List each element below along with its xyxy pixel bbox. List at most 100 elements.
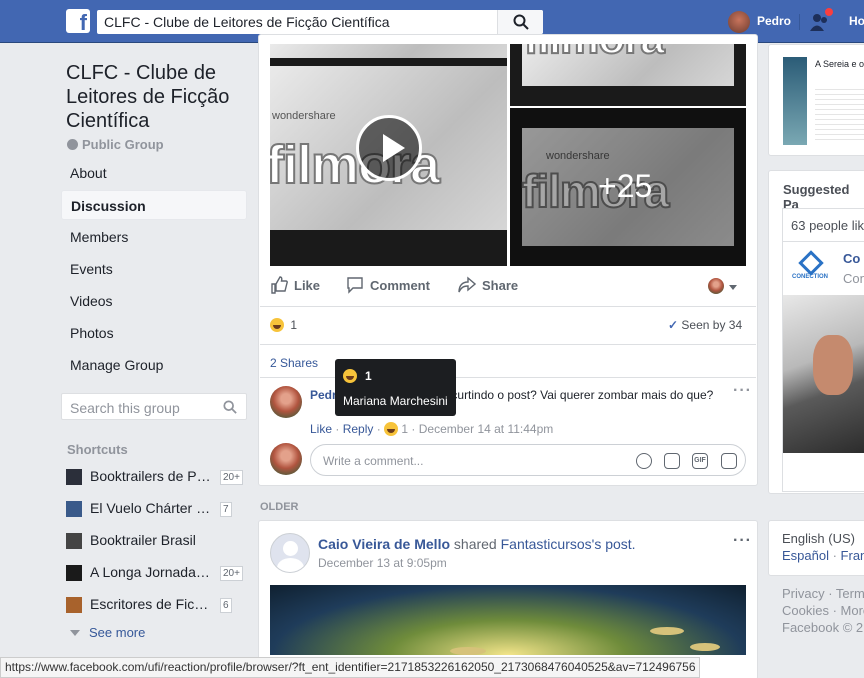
shares-link[interactable]: 2 Shares xyxy=(270,356,318,370)
language-link-fr[interactable]: Fran xyxy=(841,548,864,563)
post-header: Caio Vieira de Mello shared Fantasticurs… xyxy=(318,536,636,552)
tooltip-count: 1 xyxy=(365,369,372,383)
search-input[interactable]: CLFC - Clube de Leitores de Ficção Cient… xyxy=(97,10,543,34)
ad-card[interactable]: A Sereia e o p... desencontros xyxy=(768,44,864,156)
divider xyxy=(799,14,800,30)
haha-emoji-icon xyxy=(270,318,284,332)
see-more-link[interactable]: See more xyxy=(70,625,145,640)
photo-subject xyxy=(813,335,853,395)
group-title[interactable]: CLFC - Clube de Leitores de Ficção Cient… xyxy=(66,61,256,133)
comment-placeholder: Write a comment... xyxy=(323,454,424,468)
ad-text-preview xyxy=(815,85,864,141)
user-name-link[interactable]: Pedro xyxy=(757,14,791,28)
shortcut-label: Booktrailer Brasil xyxy=(90,532,196,548)
shortcut-item[interactable]: Escritores de Ficção ... 6 xyxy=(66,595,246,615)
shortcut-label: A Longa Jornada d... xyxy=(90,564,212,580)
post-image[interactable] xyxy=(270,585,746,655)
shortcut-count: 20+ xyxy=(220,566,243,581)
sticker-icon[interactable] xyxy=(721,453,737,469)
shortcuts-heading: Shortcuts xyxy=(67,442,128,457)
page-logo[interactable]: CONECTION xyxy=(792,250,832,284)
reaction-tooltip: 1 Mariana Marchesini xyxy=(335,359,456,416)
shortcut-label: El Vuelo Chárter par... xyxy=(90,500,212,516)
suggested-page-cover[interactable] xyxy=(783,295,864,453)
shortcut-item[interactable]: Booktrailers de Pe... 20+ xyxy=(66,467,246,487)
clapperboard-icon xyxy=(66,533,82,549)
reaction-count: 1 xyxy=(290,318,298,332)
camera-icon[interactable] xyxy=(664,453,680,469)
tooltip-reactor-name: Mariana Marchesini xyxy=(343,394,448,408)
home-link[interactable]: Ho xyxy=(849,14,864,28)
comment-reaction-count[interactable]: 1 xyxy=(401,422,408,436)
group-search-input[interactable]: Search this group xyxy=(61,393,247,420)
comment-label: Comment xyxy=(370,278,430,293)
video-more-tile[interactable]: wondershare filmora +25 xyxy=(510,108,746,266)
write-comment-input[interactable]: Write a comment... GIF xyxy=(310,444,746,476)
comment-text-end: ? xyxy=(706,388,714,402)
audience-selector-avatar[interactable] xyxy=(708,278,724,294)
shared-page-link[interactable]: Fantasticursos xyxy=(501,536,592,552)
comment-author[interactable]: Pedr xyxy=(310,388,337,402)
reaction-summary[interactable]: 1 xyxy=(270,318,297,332)
seen-by[interactable]: ✓ Seen by 34 xyxy=(668,318,742,332)
caret-down-icon[interactable] xyxy=(729,285,737,290)
nav-item-about[interactable]: About xyxy=(61,158,247,188)
commenter-avatar[interactable] xyxy=(270,386,302,418)
nav-item-events[interactable]: Events xyxy=(61,254,247,284)
copyright: Facebook © 2 xyxy=(782,620,864,635)
post-timestamp[interactable]: December 13 at 9:05pm xyxy=(318,556,447,570)
thumbs-up-icon xyxy=(271,276,288,294)
see-more-label: See more xyxy=(89,625,146,640)
group-nav: About Discussion Members Events Videos P… xyxy=(61,158,247,382)
emoji-icon[interactable] xyxy=(636,453,652,469)
footer-links-2[interactable]: Cookies · More xyxy=(782,603,864,618)
post-author[interactable]: Caio Vieira de Mello xyxy=(318,536,450,552)
gif-icon[interactable]: GIF xyxy=(692,453,708,469)
nav-item-videos[interactable]: Videos xyxy=(61,286,247,316)
video-thumbnail[interactable]: filmora xyxy=(510,44,746,106)
suggested-page-name[interactable]: Co xyxy=(843,251,860,266)
share-icon xyxy=(458,276,477,293)
nav-item-manage-group[interactable]: Manage Group xyxy=(61,350,247,380)
footer-links-1[interactable]: Privacy · Term xyxy=(782,586,864,601)
notification-dot xyxy=(824,7,834,17)
facebook-logo[interactable]: f xyxy=(66,9,90,33)
haha-emoji-icon[interactable] xyxy=(384,422,399,436)
nav-item-photos[interactable]: Photos xyxy=(61,318,247,348)
like-button[interactable]: Like xyxy=(270,276,320,294)
shortcut-item[interactable]: A Longa Jornada d... 20+ xyxy=(66,563,246,583)
shortcut-label: Booktrailers de Pe... xyxy=(90,468,212,484)
video-thumbnail[interactable]: wondershare filmora xyxy=(270,58,507,266)
post-suffix[interactable]: 's post. xyxy=(592,536,636,552)
post-media-grid: wondershare filmora filmora wondershare … xyxy=(270,44,746,266)
post-action: shared xyxy=(453,536,497,552)
post-actions: Like Comment Share xyxy=(270,276,746,300)
check-icon: ✓ xyxy=(668,318,679,332)
comment-meta: Like · Reply · 1 · December 14 at 11:44p… xyxy=(310,422,554,436)
play-icon[interactable] xyxy=(356,115,422,181)
share-label: Share xyxy=(482,278,519,293)
ufo-shape xyxy=(450,647,486,655)
comment-options-icon[interactable]: ··· xyxy=(733,382,752,400)
video-thumbnail[interactable] xyxy=(270,44,507,58)
group-search-placeholder: Search this group xyxy=(70,400,180,416)
comment-like-link[interactable]: Like xyxy=(310,422,332,436)
browser-status-bar: https://www.facebook.com/ufi/reaction/pr… xyxy=(0,657,700,678)
search-button[interactable] xyxy=(497,10,543,34)
comment-reply-link[interactable]: Reply xyxy=(343,422,374,436)
user-avatar[interactable] xyxy=(728,11,750,33)
nav-item-discussion[interactable]: Discussion xyxy=(61,190,247,220)
video-watermark: filmora xyxy=(523,44,666,64)
author-avatar[interactable] xyxy=(270,533,310,573)
comment-timestamp[interactable]: December 14 at 11:44pm xyxy=(419,422,554,436)
video-brand: wondershare xyxy=(272,110,336,122)
shortcut-item[interactable]: Booktrailer Brasil xyxy=(66,531,246,551)
divider xyxy=(260,344,756,345)
nav-item-members[interactable]: Members xyxy=(61,222,247,252)
shortcut-item[interactable]: El Vuelo Chárter par... 7 xyxy=(66,499,246,519)
post-options-icon[interactable]: ··· xyxy=(733,532,752,550)
comment-button[interactable]: Comment xyxy=(346,276,430,294)
language-link-es[interactable]: Español xyxy=(782,548,829,563)
shortcut-thumbnail xyxy=(66,469,82,485)
share-button[interactable]: Share xyxy=(458,276,518,294)
